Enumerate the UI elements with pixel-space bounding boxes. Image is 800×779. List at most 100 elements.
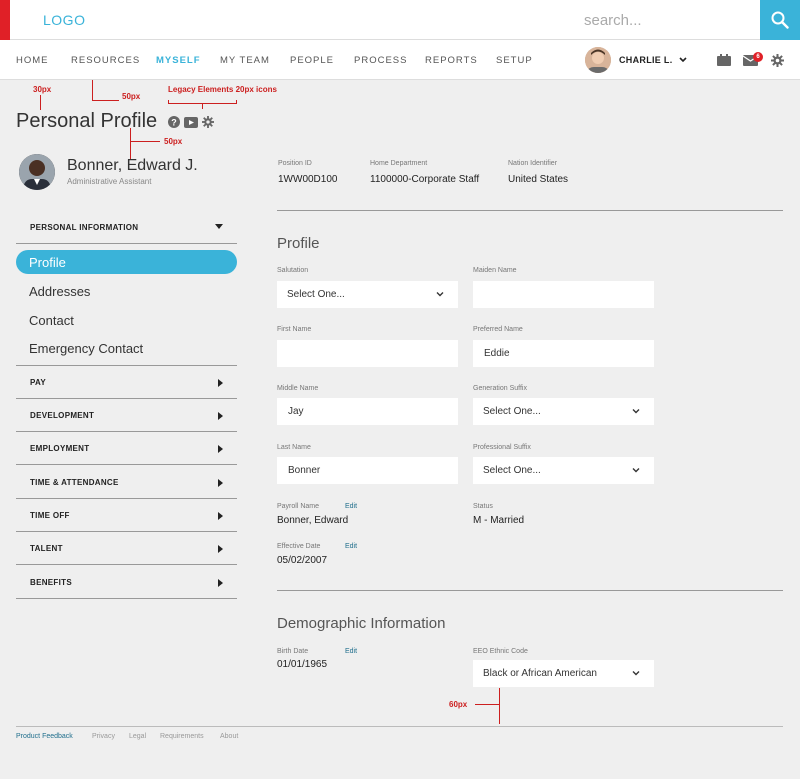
last-name-label: Last Name bbox=[277, 444, 311, 451]
salutation-select[interactable]: Select One... bbox=[277, 281, 458, 308]
annotation-line bbox=[92, 100, 119, 101]
position-id-label: Position ID bbox=[278, 160, 312, 167]
user-name: CHARLIE L. bbox=[619, 55, 673, 65]
gear-icon[interactable] bbox=[771, 54, 784, 67]
maiden-name-field[interactable] bbox=[473, 281, 654, 308]
sidebar-section-time-attendance[interactable]: TIME & ATTENDANCE bbox=[16, 466, 237, 499]
sidebar-item-contact[interactable]: Contact bbox=[16, 308, 237, 332]
birth-date-value: 01/01/1965 bbox=[277, 659, 328, 670]
footer-link-about[interactable]: About bbox=[220, 733, 238, 740]
generation-suffix-value: Select One... bbox=[483, 406, 541, 417]
video-icon[interactable] bbox=[184, 116, 198, 128]
footer-divider bbox=[16, 726, 783, 727]
help-icon[interactable]: ? bbox=[168, 116, 180, 128]
sidebar-section-label: TIME OFF bbox=[30, 511, 70, 520]
caret-right-icon bbox=[218, 479, 223, 487]
nav-setup[interactable]: SETUP bbox=[496, 55, 533, 66]
caret-right-icon bbox=[218, 379, 223, 387]
calendar-icon[interactable] bbox=[717, 54, 731, 66]
sidebar-section-label: TALENT bbox=[30, 544, 63, 553]
first-name-field[interactable] bbox=[277, 340, 458, 367]
footer-link-requirements[interactable]: Requirements bbox=[160, 733, 204, 740]
demographic-section-title: Demographic Information bbox=[277, 615, 446, 632]
caret-right-icon bbox=[218, 445, 223, 453]
generation-suffix-select[interactable]: Select One... bbox=[473, 398, 654, 425]
nation-identifier-label: Nation Identifier bbox=[508, 160, 558, 167]
search-input[interactable] bbox=[540, 0, 760, 40]
sidebar-section-personal-information[interactable]: PERSONAL INFORMATION bbox=[16, 211, 237, 244]
sidebar-item-profile[interactable]: Profile bbox=[16, 250, 237, 274]
sidebar-section-time-off[interactable]: TIME OFF bbox=[16, 499, 237, 532]
footer-link-privacy[interactable]: Privacy bbox=[92, 733, 115, 740]
effective-date-value: 05/02/2007 bbox=[277, 555, 328, 566]
professional-suffix-value: Select One... bbox=[483, 465, 541, 476]
chevron-down-icon bbox=[632, 671, 640, 676]
chevron-down-icon bbox=[436, 292, 444, 297]
preferred-name-field[interactable] bbox=[473, 340, 654, 367]
search-icon bbox=[771, 11, 789, 29]
position-id-value: 1WW00D100 bbox=[278, 174, 338, 185]
brand-strip bbox=[0, 0, 10, 40]
search-button[interactable] bbox=[760, 0, 800, 40]
user-avatar bbox=[585, 47, 611, 73]
middle-name-label: Middle Name bbox=[277, 385, 319, 392]
nav-my-team[interactable]: MY TEAM bbox=[220, 55, 270, 66]
nav-resources[interactable]: RESOURCES bbox=[71, 55, 140, 66]
caret-right-icon bbox=[218, 545, 223, 553]
svg-text:?: ? bbox=[171, 118, 177, 128]
sidebar-item-emergency-contact[interactable]: Emergency Contact bbox=[16, 336, 237, 360]
caret-down-icon bbox=[215, 224, 223, 229]
person-role: Administrative Assistant bbox=[67, 177, 152, 186]
payroll-name-value: Bonner, Edward bbox=[277, 515, 349, 526]
nav-reports[interactable]: REPORTS bbox=[425, 55, 478, 66]
chevron-down-icon bbox=[678, 57, 687, 63]
settings-icon[interactable] bbox=[202, 116, 214, 128]
status-label: Status bbox=[473, 503, 493, 510]
salutation-value: Select One... bbox=[287, 289, 345, 300]
payroll-name-label: Payroll Name bbox=[277, 503, 320, 510]
preferred-name-label: Preferred Name bbox=[473, 326, 523, 333]
nav-process[interactable]: PROCESS bbox=[354, 55, 407, 66]
caret-right-icon bbox=[218, 579, 223, 587]
annotation-line bbox=[92, 80, 93, 100]
profile-section-title: Profile bbox=[277, 235, 320, 252]
annotation-30px: 30px bbox=[33, 85, 52, 94]
effective-date-edit-link[interactable]: Edit bbox=[345, 543, 357, 550]
footer-link-legal[interactable]: Legal bbox=[129, 733, 146, 740]
maiden-name-label: Maiden Name bbox=[473, 267, 517, 274]
nav-people[interactable]: PEOPLE bbox=[290, 55, 334, 66]
last-name-field[interactable] bbox=[277, 457, 458, 484]
annotation-line bbox=[236, 100, 237, 104]
annotation-line bbox=[130, 141, 160, 142]
sidebar-item-label: Addresses bbox=[29, 284, 91, 299]
professional-suffix-select[interactable]: Select One... bbox=[473, 457, 654, 484]
user-menu[interactable]: CHARLIE L. bbox=[585, 47, 687, 73]
sidebar-section-benefits[interactable]: BENEFITS bbox=[16, 566, 237, 599]
sidebar-section-label: EMPLOYMENT bbox=[30, 444, 90, 453]
birth-date-edit-link[interactable]: Edit bbox=[345, 648, 357, 655]
payroll-edit-link[interactable]: Edit bbox=[345, 503, 357, 510]
footer-link-product-feedback[interactable]: Product Feedback bbox=[16, 733, 73, 740]
sidebar-item-addresses[interactable]: Addresses bbox=[16, 279, 237, 303]
sidebar-section-label: BENEFITS bbox=[30, 578, 72, 587]
eeo-ethnic-code-select[interactable]: Black or African American bbox=[473, 660, 654, 687]
person-name: Bonner, Edward J. bbox=[67, 157, 198, 174]
chevron-down-icon bbox=[632, 468, 640, 473]
generation-suffix-label: Generation Suffix bbox=[473, 385, 527, 392]
sidebar-section-pay[interactable]: PAY bbox=[16, 366, 237, 399]
effective-date-label: Effective Date bbox=[277, 543, 321, 550]
status-value: M - Married bbox=[473, 515, 525, 526]
sidebar-section-development[interactable]: DEVELOPMENT bbox=[16, 399, 237, 432]
sidebar-section-label: TIME & ATTENDANCE bbox=[30, 478, 119, 487]
annotation-line bbox=[499, 688, 500, 724]
nav-home[interactable]: HOME bbox=[16, 55, 49, 66]
professional-suffix-label: Professional Suffix bbox=[473, 444, 531, 451]
sidebar-section-talent[interactable]: TALENT bbox=[16, 532, 237, 565]
annotation-legacy: Legacy Elements 20px icons bbox=[168, 85, 277, 94]
nav-myself[interactable]: MYSELF bbox=[156, 55, 201, 66]
divider bbox=[277, 590, 783, 591]
middle-name-field[interactable] bbox=[277, 398, 458, 425]
annotation-50px-bottom: 50px bbox=[164, 137, 183, 146]
sidebar-section-employment[interactable]: EMPLOYMENT bbox=[16, 432, 237, 465]
logo[interactable]: LOGO bbox=[43, 12, 85, 28]
